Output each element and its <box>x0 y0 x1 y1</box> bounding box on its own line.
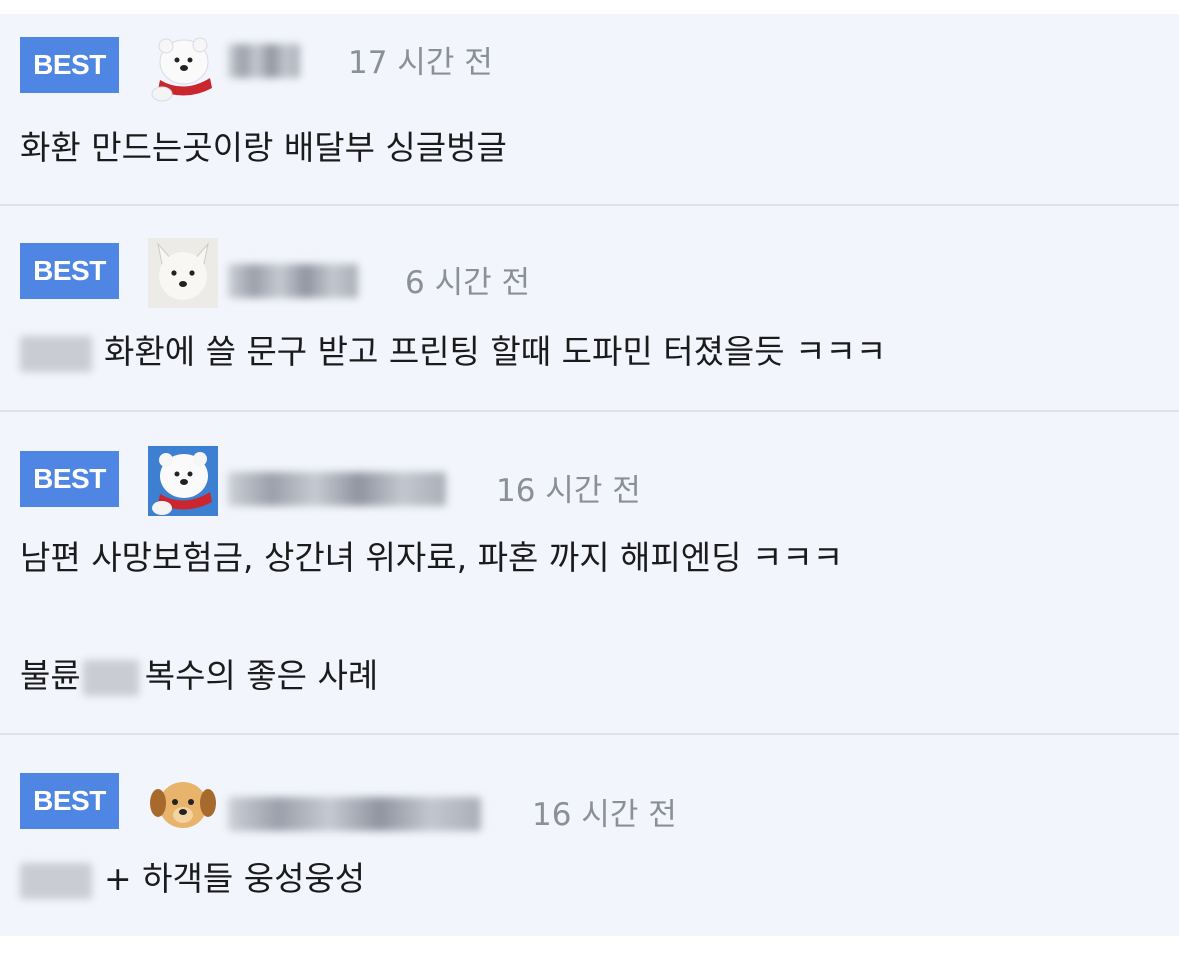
username-redacted[interactable] <box>228 44 300 78</box>
comment-item: BEST 16 시간 전 남편 사망보험금, 상간녀 위자료, 파혼 까지 해피… <box>0 412 1179 735</box>
best-badge: BEST <box>20 37 119 93</box>
redacted-text <box>20 335 92 372</box>
comment-text: 화환 만드는곳이랑 배달부 싱글벙글 <box>20 128 507 167</box>
comment-item: BEST 16 시간 전 + 하객들 웅성웅성 <box>0 735 1179 936</box>
username-redacted[interactable] <box>228 797 481 831</box>
comment-text: 화환에 쓸 문구 받고 프린팅 할때 도파민 터졌을듯 ㅋㅋㅋ <box>20 330 886 374</box>
puppy-face-icon[interactable] <box>148 767 218 837</box>
comment-text-content: 화환에 쓸 문구 받고 프린팅 할때 도파민 터졌을듯 ㅋㅋㅋ <box>104 332 887 371</box>
comment-time: 16 시간 전 <box>496 473 641 509</box>
redacted-text <box>20 862 92 899</box>
comment-text-start: 불륜 <box>20 656 81 695</box>
username-redacted[interactable] <box>228 472 446 506</box>
best-badge: BEST <box>20 773 119 829</box>
best-badge: BEST <box>20 451 119 507</box>
comment-item: BEST 17 시간 전 화환 만드는곳이랑 배달부 싱글벙글 <box>0 14 1179 206</box>
comment-text: 남편 사망보험금, 상간녀 위자료, 파혼 까지 해피엔딩 ㅋㅋㅋ <box>20 538 844 577</box>
best-comments-list: BEST 17 시간 전 화환 만드는곳이랑 배달부 싱글벙글 BEST 6 시… <box>0 14 1179 936</box>
white-dog-icon[interactable] <box>148 238 218 308</box>
polar-bear-blue-icon[interactable] <box>148 446 218 516</box>
comment-item: BEST 6 시간 전 화환에 쓸 문구 받고 프린팅 할때 도파민 터졌을듯 … <box>0 206 1179 412</box>
comment-text-content: + 하객들 웅성웅성 <box>104 859 366 898</box>
username-redacted[interactable] <box>228 264 358 298</box>
comment-text: 불륜 복수의 좋은 사례 <box>20 654 378 698</box>
comment-text-end: 복수의 좋은 사례 <box>144 656 379 695</box>
redacted-text <box>82 659 139 696</box>
polar-bear-scarf-icon[interactable] <box>148 32 218 102</box>
best-badge: BEST <box>20 243 119 299</box>
comment-text: + 하객들 웅성웅성 <box>20 857 365 901</box>
comment-time: 16 시간 전 <box>532 797 677 833</box>
comment-time: 6 시간 전 <box>405 265 530 301</box>
comment-time: 17 시간 전 <box>348 45 493 81</box>
